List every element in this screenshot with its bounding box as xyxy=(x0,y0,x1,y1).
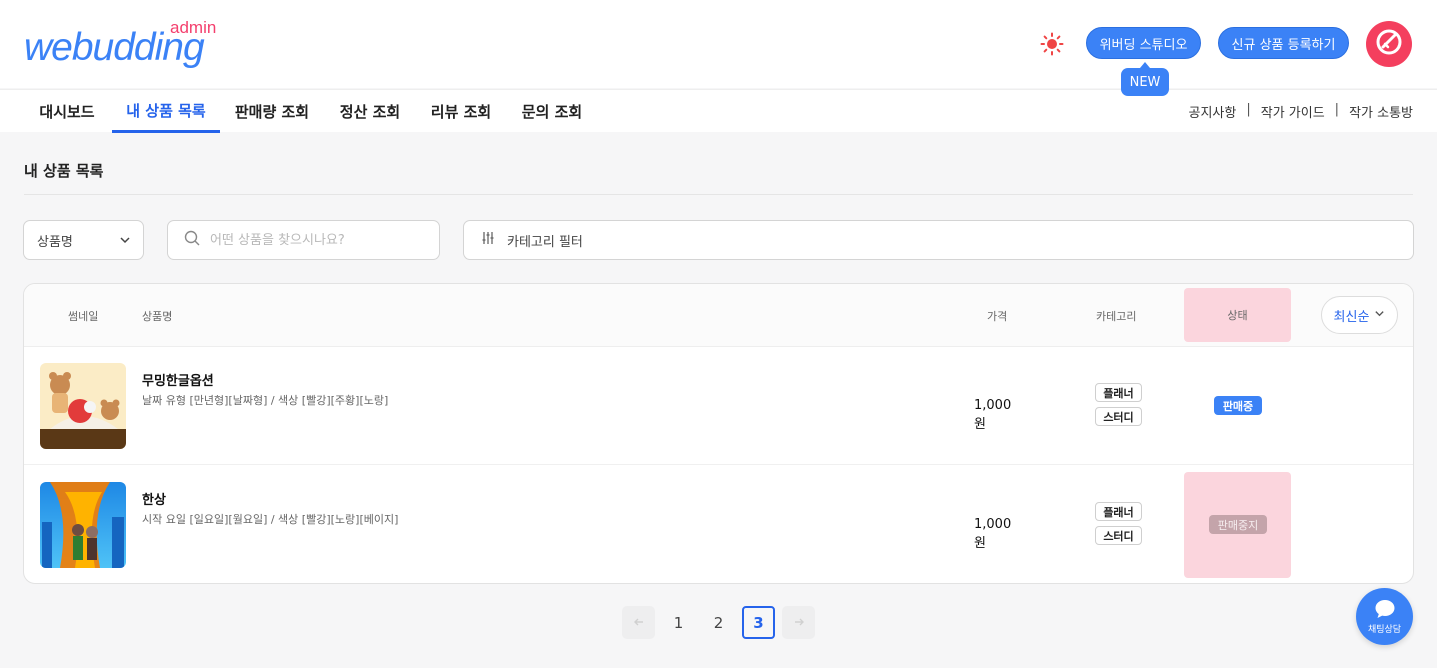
category-filter[interactable]: 카테고리 필터 xyxy=(463,220,1414,260)
chevron-down-icon xyxy=(119,234,131,250)
tab-sales[interactable]: 판매량 조회 xyxy=(226,90,318,133)
sort-dropdown[interactable]: 최신순 xyxy=(1321,296,1398,334)
sliders-icon xyxy=(481,231,507,249)
sort-label: 최신순 xyxy=(1333,309,1370,325)
tab-my-products[interactable]: 내 상품 목록 xyxy=(112,90,220,133)
sun-icon[interactable] xyxy=(1040,32,1064,56)
brand-avatar-icon xyxy=(1374,27,1404,61)
author-guide-link[interactable]: 작가 가이드 xyxy=(1261,102,1325,121)
status-badge[interactable]: 판매중지 xyxy=(1209,515,1267,534)
arrow-right-icon xyxy=(793,614,805,632)
avatar[interactable] xyxy=(1366,21,1412,67)
chat-bubble-icon xyxy=(1374,599,1396,622)
category-chip: 플래너 xyxy=(1095,383,1142,402)
col-name: 상품명 xyxy=(142,309,173,323)
logo[interactable]: webudding admin xyxy=(24,18,224,69)
category-chip: 스터디 xyxy=(1095,526,1142,545)
col-status: 상태 xyxy=(1184,288,1291,342)
link-separator: | xyxy=(1246,102,1251,117)
search-field-select-value: 상품명 xyxy=(37,234,73,250)
product-options: 시작 요일 [일요일][월요일] / 색상 [빨강][노랑][베이지] xyxy=(142,513,399,526)
product-options: 날짜 유형 [만년형][날짜형] / 색상 [빨강][주황][노랑] xyxy=(142,394,389,407)
search-icon xyxy=(184,230,200,250)
page-1-button[interactable]: 1 xyxy=(662,606,695,639)
divider xyxy=(24,194,1413,195)
chevron-down-icon xyxy=(1369,308,1385,323)
col-price: 가격 xyxy=(987,309,1008,323)
col-thumbnail: 썸네일 xyxy=(68,309,99,323)
author-community-link[interactable]: 작가 소통방 xyxy=(1349,102,1413,121)
product-name[interactable]: 한상 xyxy=(142,489,166,508)
tab-settlement[interactable]: 정산 조회 xyxy=(330,90,410,133)
search-field-select[interactable]: 상품명 xyxy=(23,220,144,260)
col-category: 카테고리 xyxy=(1096,309,1137,323)
chat-button[interactable]: 채팅상담 xyxy=(1356,588,1413,645)
table-row[interactable]: 무밍한글옵션 날짜 유형 [만년형][날짜형] / 색상 [빨강][주황][노랑… xyxy=(24,348,1413,465)
page-3-button[interactable]: 3 xyxy=(742,606,775,639)
category-chip: 스터디 xyxy=(1095,407,1142,426)
register-product-button[interactable]: 신규 상품 등록하기 xyxy=(1218,27,1349,59)
chat-label: 채팅상담 xyxy=(1367,624,1402,635)
product-table: 썸네일 상품명 가격 카테고리 상태 최신순 무밍한글옵션 날짜 유형 [만년형… xyxy=(23,283,1414,584)
product-thumbnail[interactable] xyxy=(40,363,126,449)
next-page-button[interactable] xyxy=(782,606,815,639)
main-nav: 대시보드 내 상품 목록 판매량 조회 정산 조회 리뷰 조회 문의 조회 공지… xyxy=(0,89,1437,133)
tab-dashboard[interactable]: 대시보드 xyxy=(24,90,110,133)
product-name[interactable]: 무밍한글옵션 xyxy=(142,370,214,389)
search-input[interactable] xyxy=(210,232,420,248)
logo-admin-label: admin xyxy=(170,18,217,37)
top-links: 공지사항 | 작가 가이드 | 작가 소통방 xyxy=(1189,102,1414,121)
link-separator: | xyxy=(1334,102,1340,117)
new-badge: NEW xyxy=(1121,62,1169,96)
prev-page-button[interactable] xyxy=(622,606,655,639)
arrow-left-icon xyxy=(633,614,645,632)
tab-inquiries[interactable]: 문의 조회 xyxy=(512,90,592,133)
tab-reviews[interactable]: 리뷰 조회 xyxy=(421,90,501,133)
product-price: 1,000원 xyxy=(974,517,1012,551)
pagination: 1 2 3 xyxy=(622,606,822,639)
search-box[interactable] xyxy=(167,220,440,260)
status-badge[interactable]: 판매중 xyxy=(1214,396,1262,415)
table-row[interactable]: 한상 시작 요일 [일요일][월요일] / 색상 [빨강][노랑][베이지] 1… xyxy=(24,466,1413,583)
studio-button[interactable]: 위버딩 스튜디오 xyxy=(1086,27,1201,59)
table-header: 썸네일 상품명 가격 카테고리 상태 최신순 xyxy=(24,284,1413,347)
product-price: 1,000원 xyxy=(974,398,1012,432)
product-thumbnail[interactable] xyxy=(40,482,126,568)
page-2-button[interactable]: 2 xyxy=(702,606,735,639)
page-title: 내 상품 목록 xyxy=(24,162,104,180)
category-chip: 플래너 xyxy=(1095,502,1142,521)
notice-link[interactable]: 공지사항 xyxy=(1189,102,1237,121)
header: webudding admin 위버딩 스튜디오 신규 상품 등록하기 xyxy=(0,0,1437,88)
category-filter-label: 카테고리 필터 xyxy=(507,234,583,250)
